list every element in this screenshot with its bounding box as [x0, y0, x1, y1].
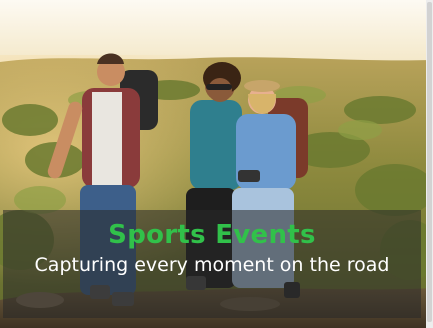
scrollbar[interactable] [426, 0, 433, 328]
hero-slide-card[interactable]: Sports Events Capturing every moment on … [0, 0, 433, 328]
slide-subtitle: Capturing every moment on the road [34, 254, 390, 276]
slide-title: Sports Events [108, 220, 316, 250]
scrollbar-thumb[interactable] [427, 2, 432, 322]
slide-caption: Sports Events Capturing every moment on … [3, 210, 421, 318]
